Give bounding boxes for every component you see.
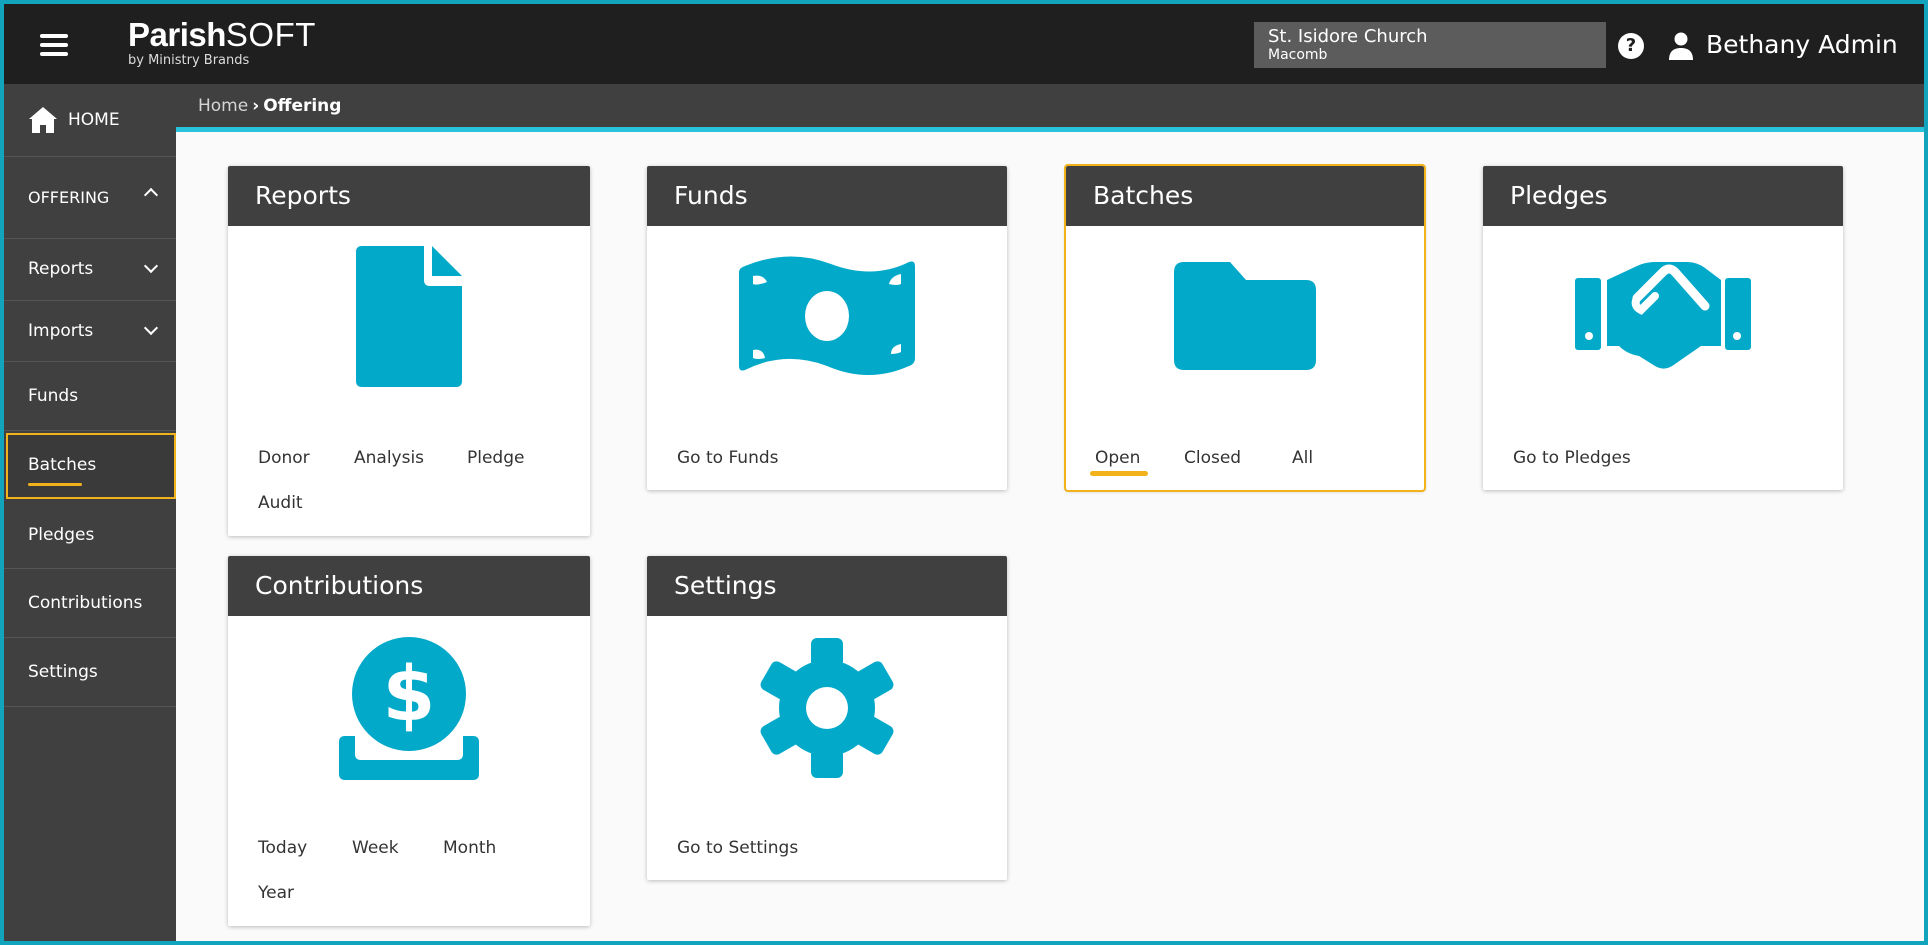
card-title: Settings [647,556,1007,616]
sidebar-item-label: Imports [28,321,94,341]
card-title: Reports [228,166,590,226]
focus-underline [1090,471,1148,476]
sidebar-item-label: Reports [28,259,94,279]
chevron-down-icon [143,258,159,274]
breadcrumb-bar: Home › Offering [176,84,1924,132]
card-funds: Funds Go to Funds [647,166,1007,490]
sidebar-item-contributions[interactable]: Contributions [4,569,176,638]
sidebar-item-home[interactable]: HOME [4,84,176,157]
home-icon [29,107,57,133]
logo-wordmark: ParishSOFT [128,16,316,53]
chevron-right-icon: › [252,96,260,116]
funds-link-go[interactable]: Go to Funds [677,448,779,468]
hamburger-menu-icon[interactable] [40,34,68,58]
card-title: Contributions [228,556,590,616]
contributions-link-today[interactable]: Today [258,838,307,858]
contributions-link-week[interactable]: Week [352,838,399,858]
chevron-up-icon [143,187,159,203]
sidebar-item-label: Contributions [28,593,143,613]
user-name[interactable]: Bethany Admin [1706,30,1898,59]
settings-link-go[interactable]: Go to Settings [677,838,798,858]
help-icon[interactable]: ? [1618,33,1644,59]
church-name: St. Isidore Church [1268,26,1428,47]
reports-link-donor[interactable]: Donor [258,448,310,468]
chevron-down-icon [143,320,159,336]
sidebar-item-imports[interactable]: Imports [4,301,176,362]
card-title: Batches [1066,166,1424,226]
gear-icon[interactable] [757,638,897,778]
sidebar: HOME OFFERING Reports Imports Funds Batc… [4,84,176,941]
reports-link-audit[interactable]: Audit [258,493,303,513]
card-title: Funds [647,166,1007,226]
parishsoft-logo: ParishSOFT by Ministry Brands [128,18,328,74]
sidebar-item-batches[interactable]: Batches [6,433,176,499]
svg-text:$: $ [383,649,436,738]
reports-link-analysis[interactable]: Analysis [354,448,424,468]
sidebar-item-label: Pledges [28,525,95,545]
batches-link-closed[interactable]: Closed [1184,448,1241,468]
sidebar-item-offering[interactable]: OFFERING [4,157,176,239]
batches-link-all[interactable]: All [1292,448,1313,468]
sidebar-item-label: HOME [68,110,120,130]
sidebar-item-label: Batches [28,455,97,475]
contributions-link-year[interactable]: Year [258,883,294,903]
card-reports: Reports Donor Analysis Pledge Audit [228,166,590,536]
breadcrumb-home-link[interactable]: Home [198,96,248,116]
card-pledges: Pledges Go to Pledges [1483,166,1843,490]
sidebar-item-label: OFFERING [28,188,110,207]
app-frame: ParishSOFT by Ministry Brands St. Isidor… [0,0,1928,945]
card-settings: Settings Go to Settings [647,556,1007,880]
church-selector[interactable]: St. Isidore Church Macomb [1254,22,1606,68]
document-icon[interactable] [356,246,462,387]
contributions-link-month[interactable]: Month [443,838,496,858]
sidebar-item-funds[interactable]: Funds [4,362,176,431]
card-batches: Batches Open Closed All [1064,164,1426,492]
money-bill-icon[interactable] [739,254,915,378]
sidebar-item-reports[interactable]: Reports [4,239,176,301]
logo-tagline: by Ministry Brands [128,53,250,68]
sidebar-item-label: Settings [28,662,98,682]
handshake-icon[interactable] [1575,262,1751,370]
focus-underline [28,483,82,486]
card-contributions: Contributions $ Today Week Month Year [228,556,590,926]
pledges-link-go[interactable]: Go to Pledges [1513,448,1631,468]
church-city: Macomb [1268,47,1328,63]
batches-link-open[interactable]: Open [1095,448,1140,468]
top-bar: ParishSOFT by Ministry Brands St. Isidor… [4,4,1924,84]
sidebar-item-settings[interactable]: Settings [4,638,176,707]
donate-icon[interactable]: $ [339,636,479,780]
user-icon[interactable] [1668,32,1694,60]
reports-link-pledge[interactable]: Pledge [467,448,524,468]
breadcrumb: Home › Offering [198,96,341,116]
sidebar-item-pledges[interactable]: Pledges [4,501,176,569]
folder-icon[interactable] [1174,262,1316,370]
breadcrumb-current: Offering [263,96,342,116]
sidebar-item-label: Funds [28,386,79,406]
card-title: Pledges [1483,166,1843,226]
